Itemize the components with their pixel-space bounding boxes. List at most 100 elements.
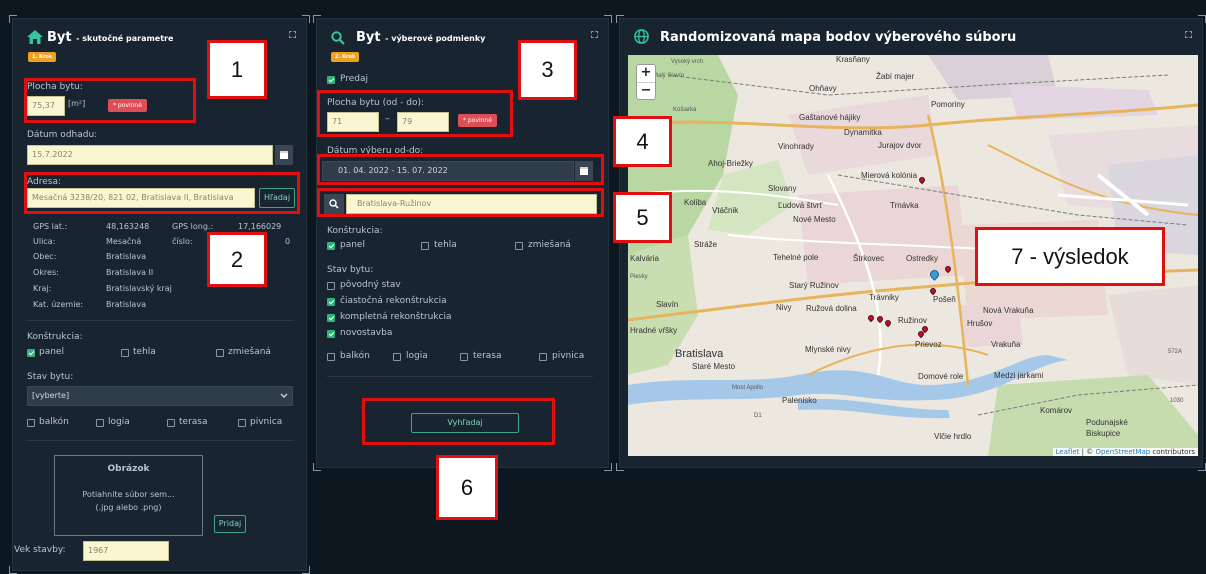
checkbox-logia[interactable] <box>393 353 401 361</box>
checkbox-label: Predaj <box>340 74 369 84</box>
annotation-number: 6 <box>436 455 498 520</box>
info-label: Okres: <box>33 268 59 277</box>
map-label: Vlčie hrdlo <box>934 432 972 441</box>
checkbox-logia[interactable] <box>96 419 104 427</box>
calendar-icon <box>280 151 288 159</box>
age-label: Vek stavby: <box>14 545 66 555</box>
checkbox-label: pôvodný stav <box>340 280 401 290</box>
step-badge: 2. Krok <box>331 52 360 62</box>
map-label: Komárov <box>1040 406 1073 415</box>
checkbox-novostavba[interactable] <box>327 330 335 338</box>
leaflet-link[interactable]: Leaflet <box>1056 448 1080 456</box>
map-road-label: 572A <box>1168 349 1183 355</box>
checkbox-panel[interactable] <box>327 242 335 250</box>
map-label: Trnávka <box>890 201 919 210</box>
map-label: Vrakuňa <box>991 340 1021 349</box>
annotation-box <box>317 90 513 137</box>
annotation-number: 4 <box>613 116 672 167</box>
checkbox-label: logia <box>108 417 130 427</box>
checkbox-label: zmiešaná <box>528 240 571 250</box>
annotation-box <box>24 172 300 214</box>
map-label: Most Apollo <box>732 385 764 391</box>
map-label: Vtáčnik <box>712 206 739 215</box>
state-select[interactable]: [vyberte] <box>27 386 293 406</box>
state-label: Stav bytu: <box>327 265 374 275</box>
map-label: Prievoz <box>915 340 942 349</box>
info-label: Obec: <box>33 252 57 261</box>
map-label: Gaštanové hájiky <box>799 113 861 122</box>
expand-icon[interactable] <box>289 31 296 38</box>
age-input[interactable]: 1967 <box>83 541 169 561</box>
zoom-in-button[interactable]: + <box>637 65 655 82</box>
annotation-box <box>317 154 604 185</box>
checkbox-label: zmiešaná <box>228 347 271 357</box>
checkbox-label: terasa <box>473 351 502 361</box>
checkbox-pivnica[interactable] <box>238 419 246 427</box>
checkbox-label: balkón <box>39 417 69 427</box>
map-label: Starý Ružinov <box>789 281 839 290</box>
expand-icon[interactable] <box>1185 31 1192 38</box>
zoom-out-button[interactable]: − <box>637 82 655 99</box>
map-label: Krasňany <box>836 55 870 64</box>
map-label: Medzi jarkami <box>994 371 1044 380</box>
checkbox-tehla[interactable] <box>421 242 429 250</box>
construction-label: Konštrukcia: <box>327 226 383 236</box>
checkbox-predaj[interactable] <box>327 76 335 84</box>
map-label: Slavín <box>656 300 679 309</box>
map-label: Tehelné pole <box>773 253 819 262</box>
map-label: Ružinov <box>898 316 927 325</box>
map-title: Randomizovaná mapa bodov výberového súbo… <box>660 30 1017 45</box>
checkbox-terasa[interactable] <box>460 353 468 361</box>
checkbox-tehla[interactable] <box>121 349 129 357</box>
osm-link[interactable]: OpenStreetMap <box>1095 448 1150 456</box>
checkbox-zmiesana[interactable] <box>515 242 523 250</box>
map-label: Hrušov <box>967 319 993 328</box>
map-label: Nová Vrakuňa <box>983 306 1034 315</box>
info-value: Bratislavský kraj <box>106 284 172 293</box>
checkbox-label: novostavba <box>340 328 393 338</box>
checkbox-terasa[interactable] <box>167 419 175 427</box>
map-label: Pomoriny <box>931 100 965 109</box>
gps-long-value: 17,166029 <box>238 222 282 231</box>
checkbox-povodny-stav[interactable] <box>327 282 335 290</box>
checkbox-kompletna-rekonstrukcia[interactable] <box>327 314 335 322</box>
checkbox-pivnica[interactable] <box>539 353 547 361</box>
date-input[interactable]: 15.7.2022 <box>27 145 273 165</box>
annotation-number: 3 <box>518 40 577 100</box>
map-road-label: D1 <box>754 413 762 419</box>
map-label: Pošeň <box>933 295 956 304</box>
checkbox-balkon[interactable] <box>327 353 335 361</box>
map-label: Vinohrady <box>778 142 814 151</box>
info-label: Kraj: <box>33 284 52 293</box>
info-value: Bratislava <box>106 300 146 309</box>
image-title: Obrázok <box>107 464 150 474</box>
checkbox-balkon[interactable] <box>27 419 35 427</box>
map-label: Ružová dolina <box>806 304 857 313</box>
map-label: Nivy <box>776 303 792 312</box>
map-zoom-control: + − <box>636 64 656 100</box>
map-label: Domové role <box>918 372 964 381</box>
annotation-number: 7 - výsledok <box>975 227 1165 286</box>
checkbox-panel[interactable] <box>27 349 35 357</box>
checkbox-label: tehla <box>133 347 156 357</box>
search-icon <box>331 31 345 45</box>
expand-icon[interactable] <box>591 31 598 38</box>
cislo-label: číslo: <box>172 237 193 246</box>
map-label: Biskupice <box>1086 429 1121 438</box>
cislo-value: 0 <box>285 237 291 246</box>
info-label: Kat. územie: <box>33 300 84 309</box>
map-label: Jurajov dvor <box>878 141 922 150</box>
map-label: Vysoký vrch <box>671 59 704 65</box>
checkbox-label: panel <box>39 347 64 357</box>
checkbox-zmiesana[interactable] <box>216 349 224 357</box>
map-label: Košiarka <box>673 107 697 113</box>
image-hint: Potiahnite súbor sem... <box>82 490 175 499</box>
globe-icon <box>634 29 649 44</box>
map-label: Piesky <box>630 274 648 280</box>
checkbox-ciastocna-rekonstrukcia[interactable] <box>327 298 335 306</box>
add-image-button[interactable]: Pridaj <box>214 515 246 533</box>
date-label: Dátum odhadu: <box>27 130 98 140</box>
checkbox-label: panel <box>340 240 365 250</box>
divider <box>27 320 293 321</box>
map-label: Žabí majer <box>876 72 915 81</box>
